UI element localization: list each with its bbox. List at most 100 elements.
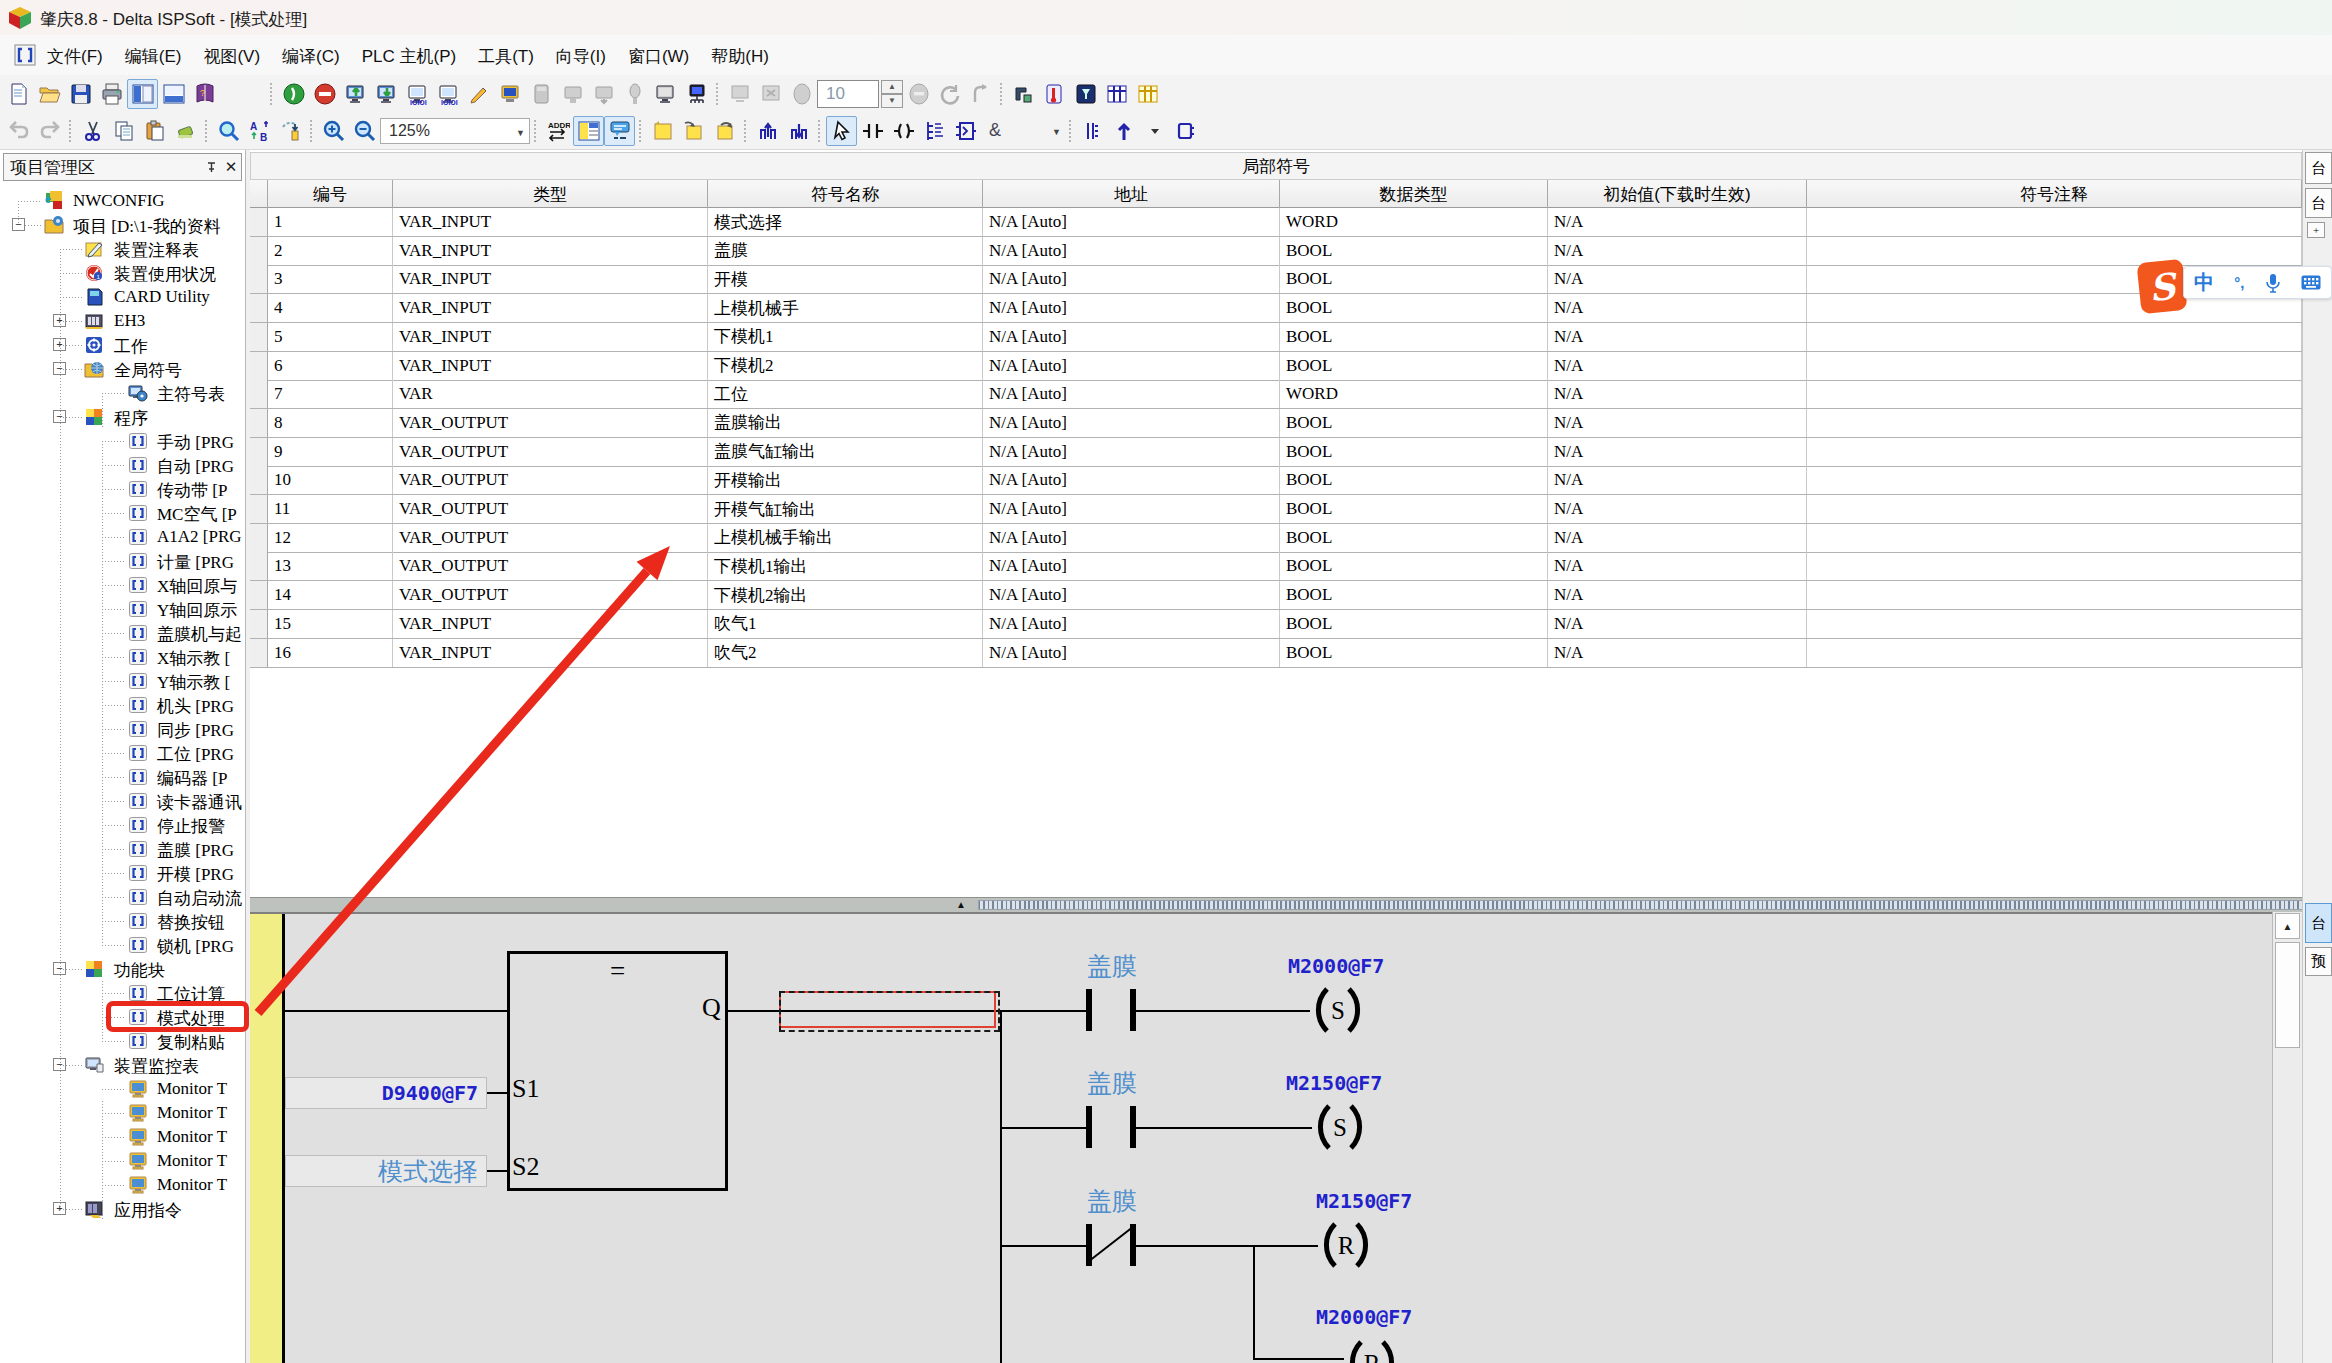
cell[interactable]: 工位	[708, 380, 983, 408]
cell[interactable]	[1807, 208, 2302, 236]
cell[interactable]: N/A	[1548, 237, 1807, 265]
function-block-icon[interactable]	[950, 116, 981, 146]
cell[interactable]: VAR_INPUT	[393, 639, 708, 667]
cell[interactable]: BOOL	[1280, 438, 1548, 466]
cell[interactable]	[250, 552, 268, 580]
cell[interactable]	[250, 466, 268, 494]
row-selector-header[interactable]	[250, 180, 268, 208]
coil-set[interactable]: S	[1310, 1103, 1370, 1151]
cell[interactable]: N/A [Auto]	[983, 323, 1280, 351]
simulator-start-icon[interactable]	[278, 79, 309, 109]
cell[interactable]: VAR_OUTPUT	[393, 409, 708, 437]
cell[interactable]: 5	[268, 323, 393, 351]
help-book-icon[interactable]: ?	[189, 79, 220, 109]
cell[interactable]: BOOL	[1280, 323, 1548, 351]
menu-帮助(H)[interactable]: 帮助(H)	[700, 35, 780, 75]
edit-registers-icon[interactable]	[464, 79, 495, 109]
paste-icon[interactable]	[139, 116, 170, 146]
device-table-yellow-icon[interactable]	[1132, 79, 1163, 109]
cell[interactable]	[250, 208, 268, 236]
coil-operand[interactable]: M2000@F7	[1316, 1305, 1412, 1329]
contact-icon[interactable]	[857, 116, 888, 146]
cell[interactable]	[250, 524, 268, 552]
cell[interactable]: 11	[268, 495, 393, 523]
monitor-gray-icon[interactable]	[650, 79, 681, 109]
comment-view-icon[interactable]	[604, 116, 635, 146]
vertical-line-icon[interactable]	[1077, 116, 1108, 146]
simulator-stop-icon[interactable]	[309, 79, 340, 109]
close-icon[interactable]: ✕	[221, 157, 241, 177]
cell[interactable]: 下模机1	[708, 323, 983, 351]
menu-文件(F)[interactable]: 文件(F)	[36, 35, 114, 75]
cell[interactable]: 下模机2	[708, 352, 983, 380]
copy-icon[interactable]	[108, 116, 139, 146]
stop-gray-icon[interactable]	[903, 79, 934, 109]
cell[interactable]: N/A	[1548, 323, 1807, 351]
cell[interactable]	[250, 352, 268, 380]
cell[interactable]	[250, 237, 268, 265]
network-tool-icon[interactable]	[681, 79, 712, 109]
cell[interactable]	[250, 610, 268, 638]
cell[interactable]: N/A	[1548, 294, 1807, 322]
cell[interactable]: BOOL	[1280, 495, 1548, 523]
cell[interactable]: VAR	[393, 380, 708, 408]
column-header-符号注释[interactable]: 符号注释	[1807, 180, 2302, 208]
com-port-1-icon[interactable]: IOIOI	[402, 79, 433, 109]
column-header-初始值(下载时生效)[interactable]: 初始值(下载时生效)	[1548, 180, 1807, 208]
cell[interactable]: VAR_INPUT	[393, 323, 708, 351]
cell[interactable]: WORD	[1280, 208, 1548, 236]
cell[interactable]: VAR_OUTPUT	[393, 581, 708, 609]
window-output-icon[interactable]	[158, 79, 189, 109]
cell[interactable]: 上模机械手输出	[708, 524, 983, 552]
download-gray-icon[interactable]	[588, 79, 619, 109]
instruction-combo[interactable]: &▼	[981, 118, 1065, 144]
cell[interactable]: BOOL	[1280, 524, 1548, 552]
cell[interactable]: VAR_INPUT	[393, 265, 708, 293]
cell[interactable]: 吹气1	[708, 610, 983, 638]
cell[interactable]: BOOL	[1280, 552, 1548, 580]
coil-icon[interactable]	[888, 116, 919, 146]
cell[interactable]: N/A	[1548, 610, 1807, 638]
pane-splitter[interactable]: ▲	[250, 897, 2332, 912]
cell[interactable]	[250, 495, 268, 523]
menu-编辑(E)[interactable]: 编辑(E)	[114, 35, 193, 75]
cell[interactable]: BOOL	[1280, 466, 1548, 494]
network-activate-icon[interactable]	[752, 116, 783, 146]
ime-lang-icon[interactable]: 中	[2194, 269, 2214, 296]
cell[interactable]: 9	[268, 438, 393, 466]
thermometer-icon[interactable]	[1039, 79, 1070, 109]
device-monitor-icon[interactable]	[495, 79, 526, 109]
jump-gray-icon[interactable]	[965, 79, 996, 109]
cell[interactable]: VAR_INPUT	[393, 610, 708, 638]
dock-expand-icon[interactable]: +	[2307, 222, 2325, 238]
column-header-类型[interactable]: 类型	[393, 180, 708, 208]
cell[interactable]: 盖膜输出	[708, 409, 983, 437]
cell[interactable]: N/A	[1548, 409, 1807, 437]
cell[interactable]: BOOL	[1280, 294, 1548, 322]
selected-cell-box[interactable]	[779, 991, 996, 1028]
cell[interactable]: 盖膜	[708, 237, 983, 265]
device-table-blue-icon[interactable]	[1101, 79, 1132, 109]
cell[interactable]: 15	[268, 610, 393, 638]
cell[interactable]	[1807, 610, 2302, 638]
cell[interactable]: WORD	[1280, 380, 1548, 408]
cell[interactable]: VAR_OUTPUT	[393, 466, 708, 494]
calibration-icon[interactable]	[1070, 79, 1101, 109]
cell[interactable]: VAR_OUTPUT	[393, 552, 708, 580]
cell[interactable]: 4	[268, 294, 393, 322]
cell[interactable]	[1807, 380, 2302, 408]
zoom-out-icon[interactable]	[349, 116, 380, 146]
cell[interactable]: 12	[268, 524, 393, 552]
cell[interactable]	[1807, 552, 2302, 580]
column-header-符号名称[interactable]: 符号名称	[708, 180, 983, 208]
com-port-2-icon[interactable]: IOIOI	[433, 79, 464, 109]
cell[interactable]: 模式选择	[708, 208, 983, 236]
select-cursor-icon[interactable]	[826, 116, 857, 146]
cell[interactable]: BOOL	[1280, 352, 1548, 380]
coil-operand[interactable]: M2150@F7	[1286, 1071, 1382, 1095]
cell[interactable]	[1807, 581, 2302, 609]
contact-leg[interactable]	[1086, 1106, 1092, 1148]
dock-tab-ladder-1[interactable]: 台	[2305, 903, 2332, 943]
oval-gray-icon[interactable]	[786, 79, 817, 109]
cell[interactable]: N/A [Auto]	[983, 466, 1280, 494]
